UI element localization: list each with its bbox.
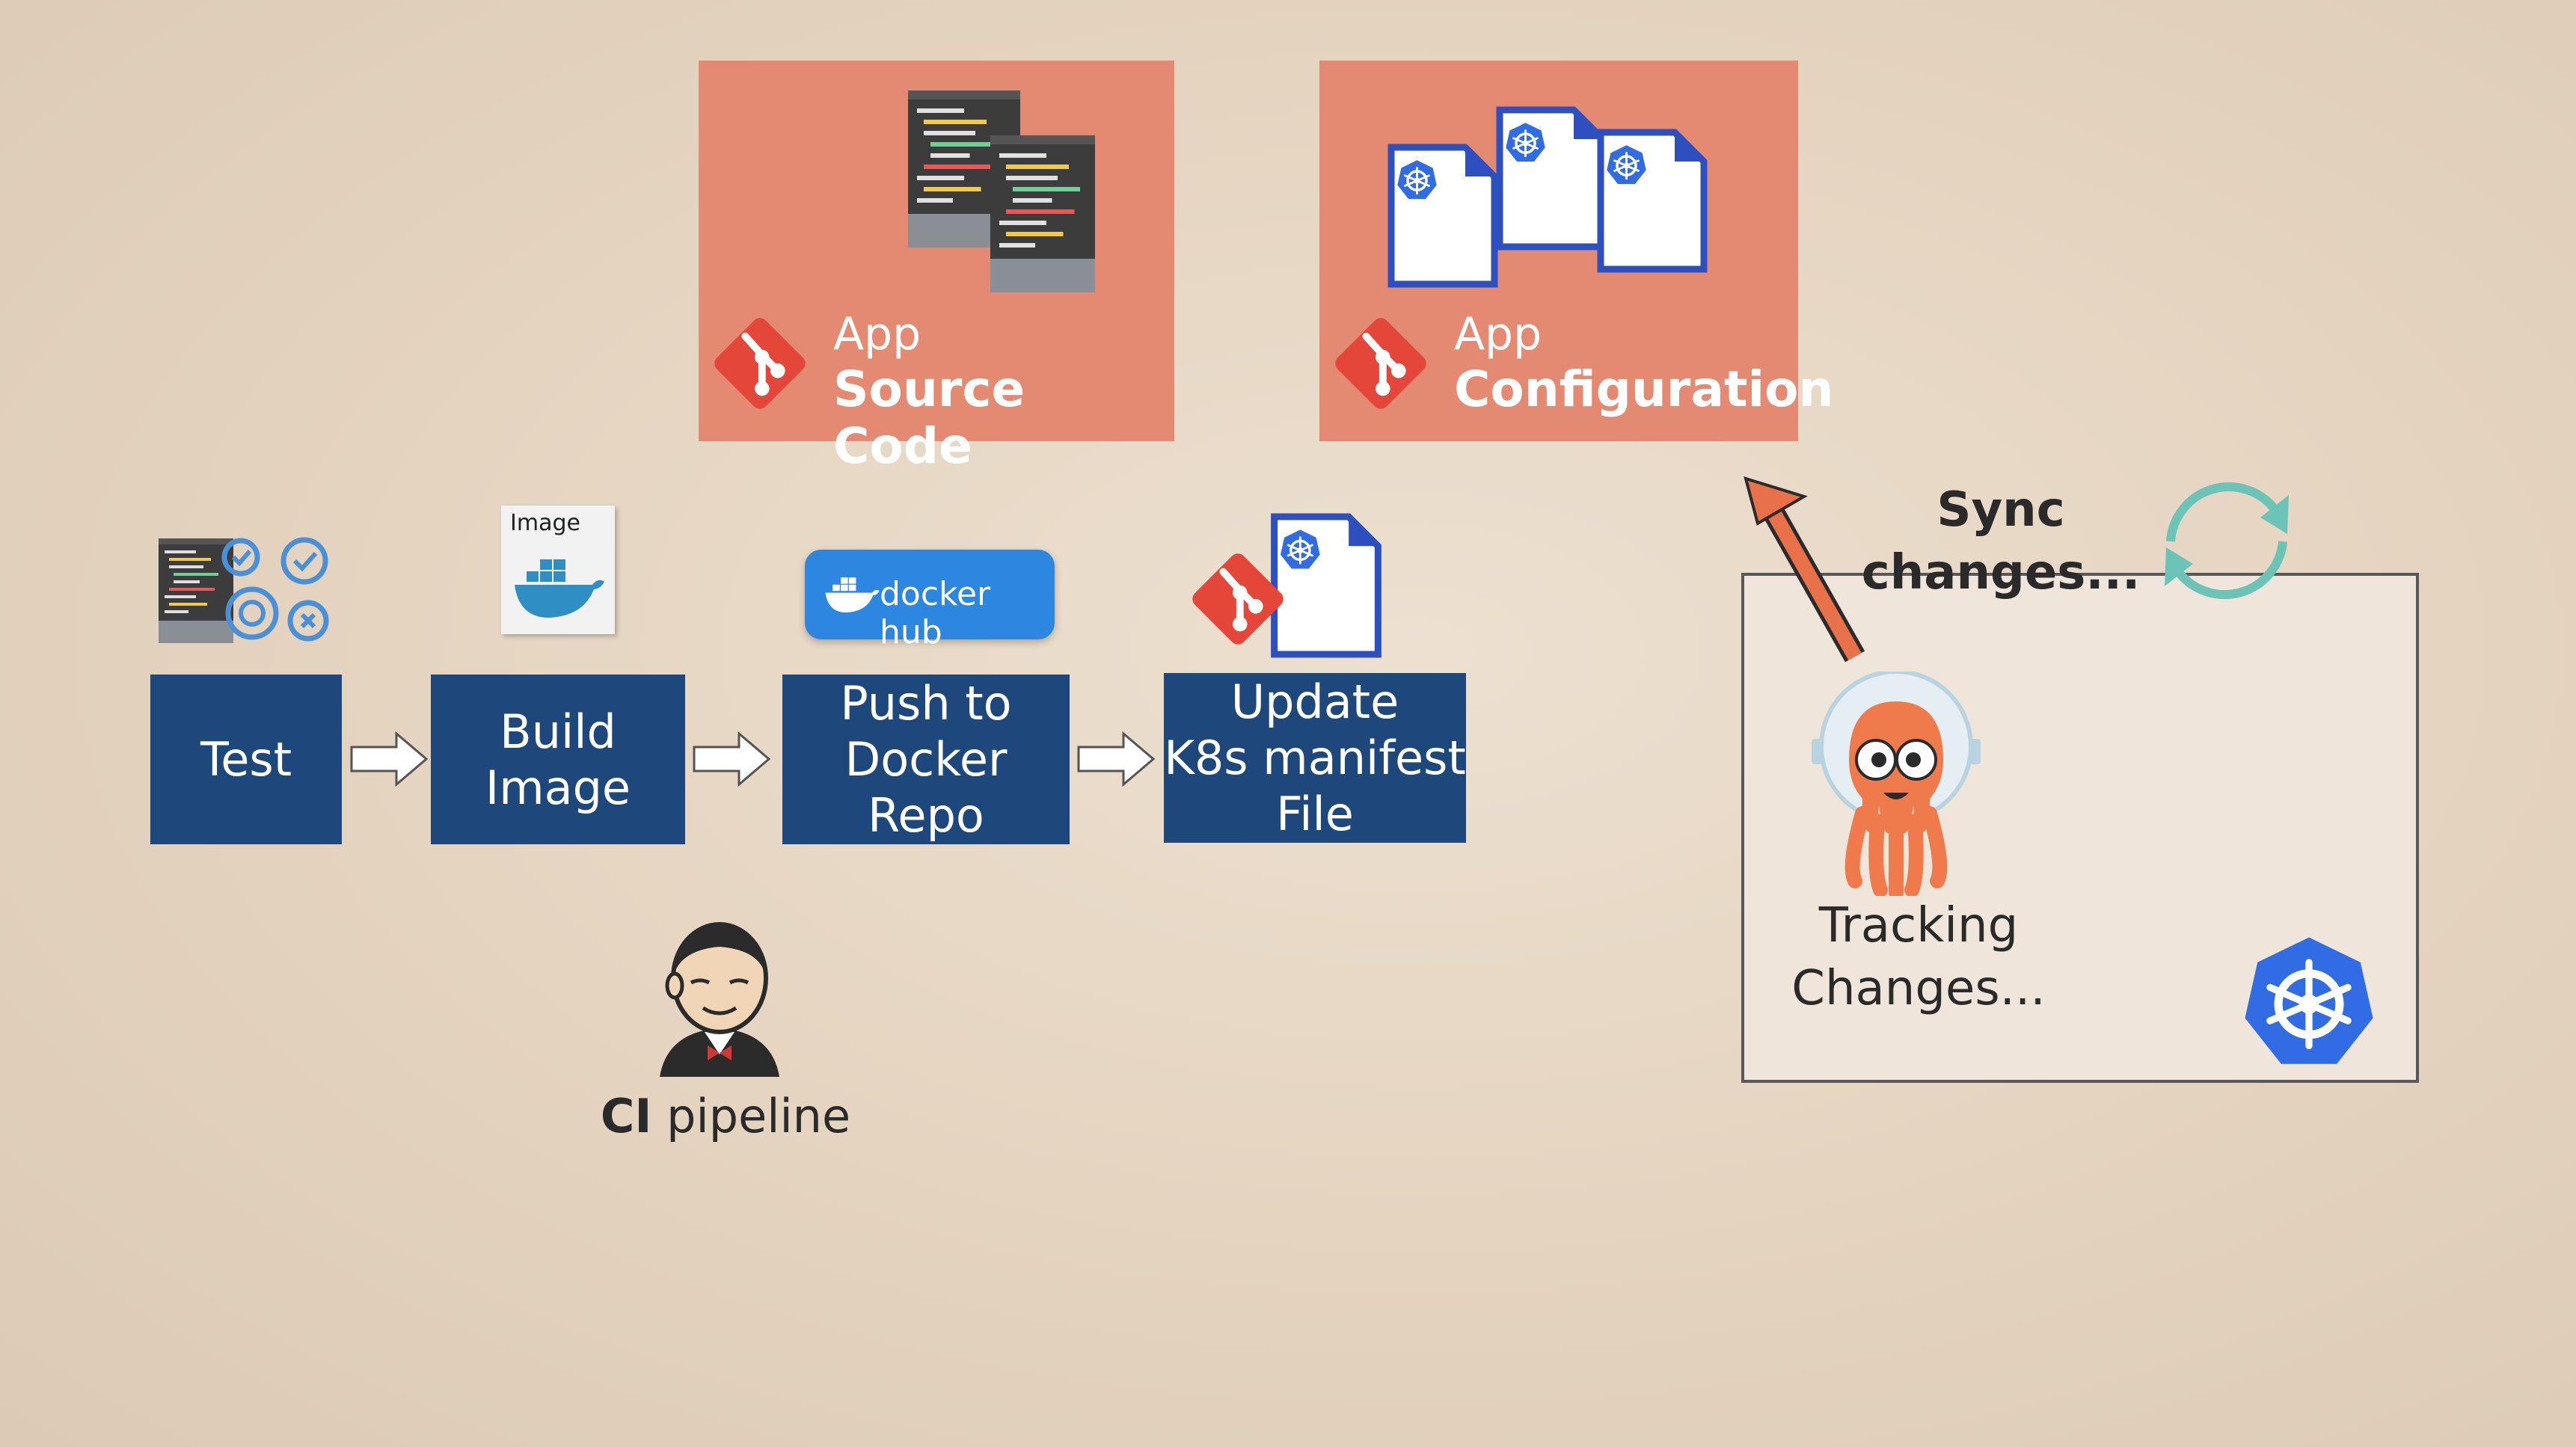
git-icon: [1328, 311, 1433, 416]
dockerhub-label: docker hub: [880, 575, 991, 651]
image-card-label: Image: [510, 510, 580, 536]
docker-whale-icon: [825, 577, 880, 612]
flow-arrow-2: [693, 731, 771, 787]
step-build-image: Build Image: [431, 675, 685, 844]
flow-arrow-1: [350, 731, 429, 787]
jenkins-icon: [660, 922, 779, 1077]
k8s-manifest-icon: [1387, 98, 1731, 315]
app-configuration-repo: App Configuration: [1319, 61, 1834, 441]
tracking-changes-label: Tracking Changes...: [1791, 898, 2046, 1016]
git-icon: [708, 311, 812, 416]
repo-source-line1: App: [833, 308, 921, 360]
image-card: Image: [501, 506, 615, 634]
app-source-code-repo: App Source Code: [699, 61, 1174, 475]
flow-arrow-3: [1077, 731, 1156, 787]
sync-icon: [2165, 482, 2289, 600]
step-test: Test: [150, 675, 342, 844]
docker-whale-icon: [515, 559, 604, 618]
gears-icon: [159, 537, 329, 643]
sync-changes-label: Sync changes...: [1861, 482, 2141, 600]
dockerhub-logo: docker hub: [805, 550, 1055, 651]
repo-source-line2: Source Code: [833, 360, 1025, 475]
repo-config-line2: Configuration: [1454, 360, 1834, 418]
step-push-docker: Push to Docker Repo: [782, 675, 1070, 844]
code-documents-icon: [856, 90, 1095, 315]
kubernetes-icon: [2239, 932, 2379, 1071]
git-manifest-icon: [1186, 511, 1387, 660]
repo-config-line1: App: [1454, 308, 1542, 360]
step-update-manifest: Update K8s manifest File: [1164, 673, 1466, 843]
argo-octopus-icon: [1812, 672, 1981, 896]
ci-pipeline-label: CI pipeline: [600, 1089, 851, 1143]
